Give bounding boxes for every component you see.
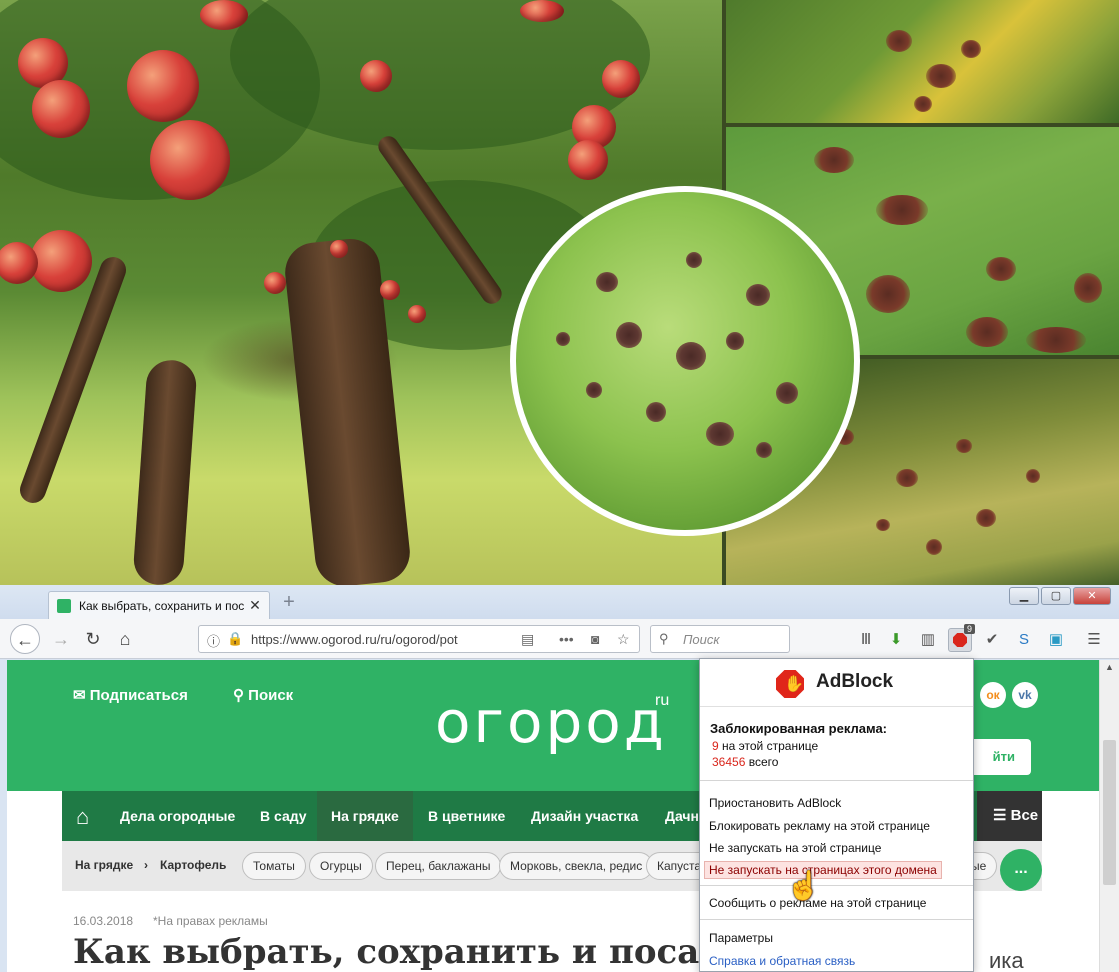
menu-all-button[interactable]: ☰ Все (977, 791, 1042, 841)
menu-item-dela[interactable]: Дела огородные (120, 791, 235, 841)
new-tab-button[interactable]: + (278, 591, 300, 613)
tab-title: Как выбрать, сохранить и пос (79, 599, 245, 613)
window-controls: ▁ ▢ ✕ (1009, 587, 1111, 605)
help-feedback-link[interactable]: Справка и обратная связь (709, 954, 855, 968)
minimize-button[interactable]: ▁ (1009, 587, 1039, 605)
navigation-toolbar: ← → ↻ ⌂ ⓘ 🔒 https://www.ogorod.ru/ru/ogo… (0, 619, 1119, 659)
save-icon[interactable]: ▣ (1046, 630, 1066, 650)
pause-adblock-item[interactable]: Приостановить AdBlock (709, 796, 841, 810)
divider (700, 919, 973, 920)
leaf-spots-photo-top (726, 0, 1119, 123)
back-icon[interactable]: ← (10, 624, 40, 654)
adblock-header: ✋ AdBlock (700, 659, 973, 707)
home-icon[interactable]: ⌂ (76, 804, 89, 830)
scab-apple-closeup (510, 186, 860, 536)
adblock-brand: AdBlock (816, 671, 894, 692)
hamburger-icon[interactable]: ☰ (1084, 630, 1104, 650)
page-count: 9 (712, 739, 719, 753)
article-date: 16.03.2018 (73, 914, 134, 928)
bookmark-star-icon[interactable]: ☆ (617, 631, 630, 648)
screen: Как выбрать, сохранить и пос ✕ + ▁ ▢ ✕ ←… (0, 0, 1119, 972)
options-item[interactable]: Параметры (709, 931, 773, 945)
scroll-up-icon[interactable]: ▲ (1105, 662, 1114, 672)
chip-ogurcy[interactable]: Огурцы (309, 852, 373, 880)
adblock-stop-icon (953, 633, 967, 647)
tab-strip: Как выбрать, сохранить и пос ✕ + ▁ ▢ ✕ (0, 585, 1119, 620)
check-icon[interactable]: ✔ (982, 630, 1002, 650)
chip-tomaty[interactable]: Томаты (242, 852, 306, 880)
chip-morkov[interactable]: Морковь, свекла, редис (499, 852, 654, 880)
lock-icon: 🔒 (227, 631, 244, 646)
block-ad-on-page-item[interactable]: Блокировать рекламу на этой странице (709, 819, 930, 833)
maximize-button[interactable]: ▢ (1041, 587, 1071, 605)
more-icon[interactable]: ••• (559, 631, 574, 647)
scroll-thumb[interactable] (1103, 740, 1116, 885)
ok-social-icon[interactable]: ок (980, 682, 1006, 708)
menu-icon: ☰ (993, 807, 1011, 824)
breadcrumb-separator-icon: › (144, 858, 148, 872)
breadcrumb-gryadka[interactable]: На грядке (75, 858, 133, 872)
address-bar[interactable]: ⓘ 🔒 https://www.ogorod.ru/ru/ogorod/pot … (198, 625, 640, 653)
scrollbar[interactable]: ▲ (1099, 660, 1119, 972)
download-icon[interactable]: ⬇ (886, 630, 906, 650)
sidebar-icon[interactable]: ▥ (918, 630, 938, 650)
info-icon[interactable]: ⓘ (207, 631, 220, 650)
menu-item-cvetnik[interactable]: В цветнике (428, 791, 505, 841)
dont-run-on-domain-item[interactable]: Не запускать на страницах этого домена (704, 861, 942, 879)
menu-item-dacha[interactable]: Дачн (665, 791, 699, 841)
hand-icon: ✋ (784, 676, 804, 693)
s-icon[interactable]: S (1014, 630, 1034, 650)
adblock-badge: 9 (963, 624, 975, 634)
breadcrumb-kartofel[interactable]: Картофель (160, 858, 226, 872)
mail-icon: ✉ (73, 687, 90, 704)
reload-icon[interactable]: ↻ (78, 624, 108, 654)
total-count-label: всего (748, 755, 779, 769)
divider (700, 885, 973, 886)
site-favicon-icon (57, 599, 71, 613)
cursor-hand-icon: ☝ (786, 870, 821, 901)
blocked-ads-title: Заблокированная реклама: (710, 721, 887, 736)
site-logo-suffix: ru (655, 692, 670, 709)
home-icon[interactable]: ⌂ (110, 624, 140, 654)
blocked-on-page: 9 на этой странице (712, 739, 818, 753)
adblock-icon[interactable]: 9 (948, 624, 975, 652)
adblock-popup: ✋ AdBlock Заблокированная реклама: 9 на … (699, 658, 974, 972)
subscribe-label: Подписаться (89, 687, 188, 704)
browser-tab[interactable]: Как выбрать, сохранить и пос ✕ (48, 591, 270, 620)
close-window-button[interactable]: ✕ (1073, 587, 1111, 605)
divider (700, 780, 973, 781)
forward-icon[interactable]: → (46, 624, 76, 654)
more-chips-button[interactable]: ... (1000, 849, 1042, 891)
vk-social-icon[interactable]: vk (1012, 682, 1038, 708)
chip-perec[interactable]: Перец, баклажаны (375, 852, 502, 880)
menu-all-label: Все (1010, 807, 1039, 824)
blocked-total: 36456 всего (712, 755, 778, 769)
library-icon[interactable]: Ⅲ (856, 630, 876, 650)
tab-close-icon[interactable]: ✕ (247, 597, 263, 613)
site-search-link[interactable]: ⚲ Поиск (233, 686, 293, 704)
page-count-label: на этой странице (722, 739, 819, 753)
total-count: 36456 (712, 755, 746, 769)
search-icon: ⚲ (659, 631, 669, 646)
menu-item-dizain[interactable]: Дизайн участка (531, 791, 638, 841)
site-logo[interactable]: огород (435, 688, 667, 756)
reader-icon[interactable]: ▤ (521, 631, 534, 648)
ad-disclaimer: *На правах рекламы (153, 914, 268, 928)
subscribe-link[interactable]: ✉ Подписаться (73, 686, 188, 704)
photo-collage (0, 0, 1119, 585)
menu-item-sad[interactable]: В саду (260, 791, 307, 841)
menu-item-gryadka[interactable]: На грядке (317, 791, 413, 841)
sidebar-heading-fragment: ика (989, 948, 1024, 972)
article-headline: Как выбрать, сохранить и посадить (73, 932, 792, 972)
search-icon: ⚲ (233, 687, 249, 704)
search-placeholder: Поиск (683, 632, 720, 647)
site-search-label: Поиск (248, 687, 294, 704)
url-text[interactable]: https://www.ogorod.ru/ru/ogorod/pot (251, 632, 481, 647)
dont-run-on-page-item[interactable]: Не запускать на этой странице (709, 841, 881, 855)
pocket-icon[interactable]: ◙ (591, 631, 599, 647)
search-box[interactable]: ⚲ Поиск (650, 625, 790, 653)
